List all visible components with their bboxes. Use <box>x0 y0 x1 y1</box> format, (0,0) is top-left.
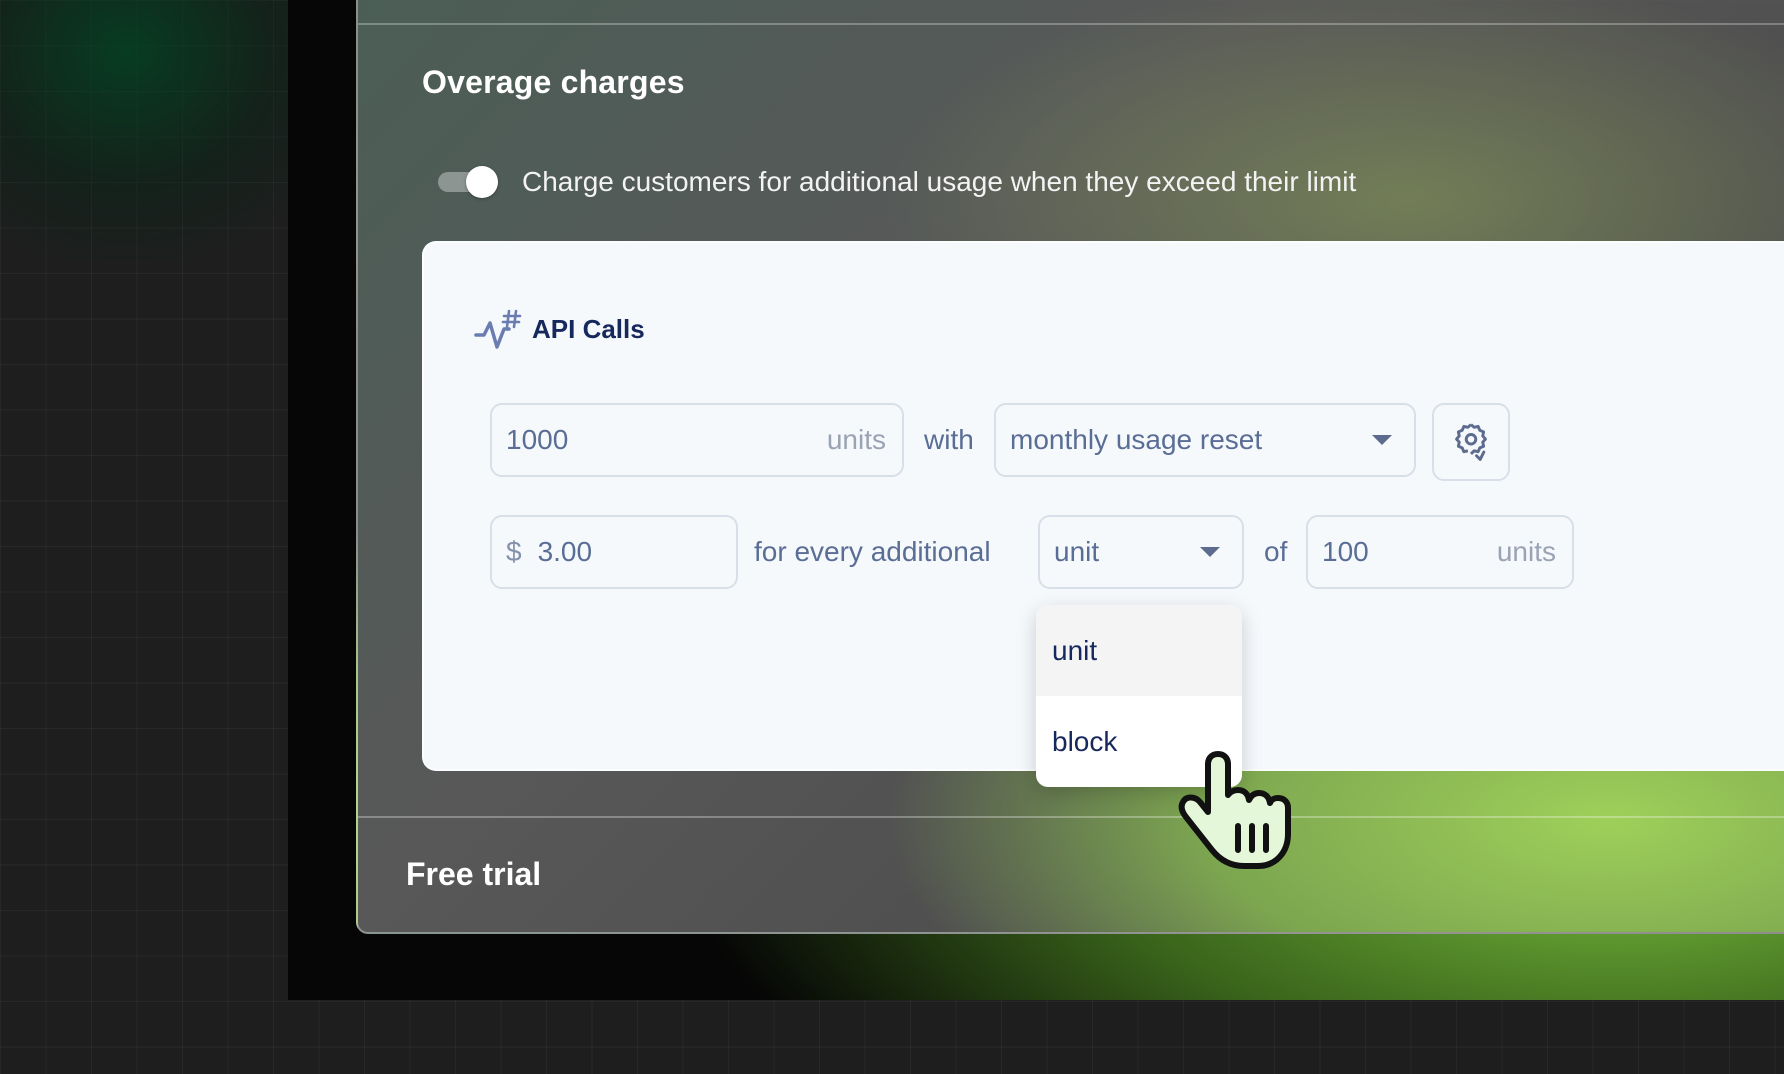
overage-toggle[interactable] <box>438 166 498 198</box>
gear-icon <box>1455 423 1487 461</box>
of-text: of <box>1264 536 1288 567</box>
section-title: Overage charges <box>422 64 685 100</box>
unit-select-value: unit <box>1054 536 1100 567</box>
block-size-value: 100 <box>1322 536 1369 567</box>
per-text: for every additional <box>754 536 991 567</box>
chevron-down-icon <box>1200 547 1220 557</box>
limit-input[interactable]: 1000 units <box>490 403 904 477</box>
reset-select[interactable]: monthly usage reset <box>994 403 1416 477</box>
chevron-down-icon <box>1372 435 1392 445</box>
menu-option-unit[interactable]: unit <box>1036 605 1242 696</box>
limit-value: 1000 <box>506 424 569 455</box>
meter-name: API Calls <box>532 313 645 344</box>
limit-suffix: units <box>826 424 886 455</box>
currency-symbol: $ <box>506 536 522 567</box>
reset-select-value: monthly usage reset <box>1010 424 1263 455</box>
price-input[interactable]: $ 3.00 <box>490 515 738 589</box>
toggle-label: Charge customers for additional usage wh… <box>522 166 1357 197</box>
settings-button[interactable] <box>1432 403 1510 481</box>
block-size-input[interactable]: 100 units <box>1306 515 1574 589</box>
free-trial-title[interactable]: Free trial <box>406 856 541 893</box>
with-text: with <box>924 424 974 455</box>
settings-panel: Overage charges Charge customers for add… <box>356 0 1784 934</box>
toggle-knob <box>466 166 498 198</box>
hand-cursor-icon <box>1178 751 1291 869</box>
section-divider-top <box>358 23 1784 25</box>
meter-header: API Calls <box>474 307 645 351</box>
block-size-suffix: units <box>1496 536 1556 567</box>
activity-hash-icon <box>474 309 522 349</box>
section-divider <box>358 816 1784 818</box>
unit-select[interactable]: unit <box>1038 515 1244 589</box>
price-value: 3.00 <box>537 536 593 567</box>
